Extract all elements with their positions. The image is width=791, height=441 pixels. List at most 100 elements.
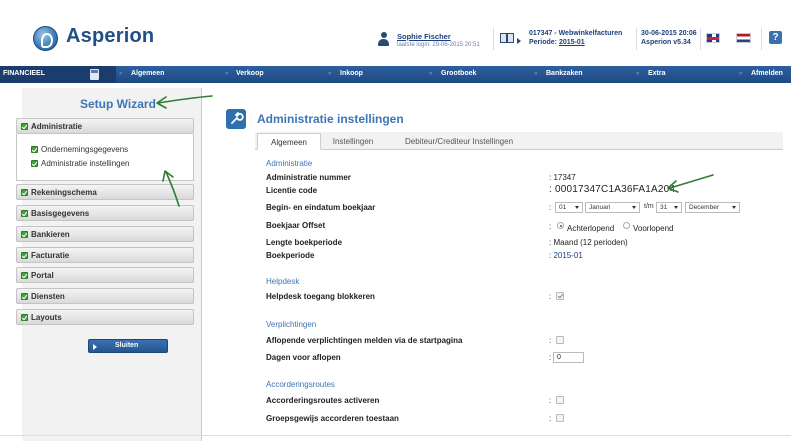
tab-debiteur-crediteur[interactable]: Debiteur/Crediteur Instellingen	[388, 133, 530, 150]
wizard-section-portal[interactable]: Portal	[16, 267, 194, 283]
checkmark-icon	[21, 252, 28, 259]
accord-activate-label: Accorderingsroutes activeren	[266, 396, 380, 405]
colon-text: :	[549, 414, 552, 423]
verplichtingen-days-input[interactable]: 0	[553, 352, 584, 363]
checkmark-icon	[21, 314, 28, 321]
select-value: Januari	[589, 204, 611, 211]
admin-number-label: Administratie nummer	[266, 173, 351, 182]
nav-item-inkoop[interactable]: Inkoop	[340, 70, 363, 77]
year-end-month-select[interactable]: December	[685, 202, 740, 213]
wizard-item-ondernemingsgegevens[interactable]: Ondernemingsgegevens	[41, 145, 128, 154]
section-title-administratie: Administratie	[266, 159, 313, 168]
user-name-link[interactable]: Sophie Fischer	[397, 32, 451, 41]
checkmark-icon	[21, 123, 28, 130]
wizard-section-facturatie[interactable]: Facturatie	[16, 247, 194, 263]
arrow-to-license-icon	[669, 174, 714, 189]
colon-text: :	[549, 353, 552, 362]
offset-achterlopend-label: Achterlopend	[567, 224, 615, 233]
nav-item-extra[interactable]: Extra	[648, 70, 666, 77]
verplichtingen-days-label: Dagen voor aflopen	[266, 353, 341, 362]
nav-item-grootboek[interactable]: Grootboek	[441, 70, 476, 77]
accord-group-label: Groepsgewijs accorderen toestaan	[266, 414, 399, 423]
main-navbar: FINANCIEEL » Algemeen » Verkoop » Inkoop…	[0, 66, 791, 83]
wizard-section-layouts[interactable]: Layouts	[16, 309, 194, 325]
chevron-down-icon	[575, 206, 579, 209]
close-wizard-button[interactable]: Sluiten	[88, 339, 168, 353]
period-length-value: : Maand (12 perioden)	[549, 238, 628, 247]
tab-instellingen[interactable]: Instellingen	[322, 133, 384, 150]
wizard-section-label: Administratie	[31, 122, 83, 131]
colon-text: :	[549, 292, 552, 301]
wizard-section-label: Facturatie	[31, 251, 70, 260]
administration-period[interactable]: Periode: 2015-01	[529, 39, 585, 46]
accord-group-checkbox[interactable]	[556, 414, 564, 422]
flag-uk-icon[interactable]	[706, 33, 720, 43]
nav-item-verkoop[interactable]: Verkoop	[236, 70, 264, 77]
header: Asperion Sophie Fischer laatste login: 2…	[0, 0, 791, 66]
accord-activate-checkbox[interactable]	[556, 396, 564, 404]
administration-icon[interactable]	[500, 30, 521, 46]
checkmark-icon	[21, 231, 28, 238]
license-value: : 00017347C1A36FA1A204	[549, 184, 676, 195]
checkmark-icon	[21, 210, 28, 217]
header-separator	[493, 28, 494, 50]
section-title-helpdesk: Helpdesk	[266, 277, 300, 286]
last-login-text: laatste login: 29-06-2015 20:51	[397, 42, 480, 48]
administration-name[interactable]: 017347 - Webwinkelfacturen	[529, 30, 622, 37]
wizard-section-diensten[interactable]: Diensten	[16, 288, 194, 304]
offset-achterlopend-radio[interactable]	[557, 222, 564, 229]
help-icon[interactable]: ?	[769, 31, 782, 44]
wizard-item-administratie-instellingen[interactable]: Administratie instellingen	[41, 159, 130, 168]
year-end-day-select[interactable]: 31	[656, 202, 682, 213]
fiscal-year-label: Begin- en eindatum boekjaar	[266, 203, 376, 212]
offset-voorlopend-radio[interactable]	[623, 222, 630, 229]
nav-item-bankzaken[interactable]: Bankzaken	[546, 70, 583, 77]
app-version: Asperion v5.34	[641, 39, 691, 46]
wizard-section-label: Bankieren	[31, 230, 70, 239]
wizard-section-label: Basisgegevens	[31, 209, 90, 218]
wizard-section-administratie-items: Ondernemingsgegevens Administratie inste…	[16, 134, 194, 181]
year-start-day-select[interactable]: 01	[555, 202, 583, 213]
asperion-logo-icon[interactable]	[33, 26, 58, 51]
wizard-section-bankieren[interactable]: Bankieren	[16, 226, 194, 242]
checkmark-icon	[31, 146, 38, 153]
offset-voorlopend-label: Voorlopend	[633, 224, 674, 233]
nav-bullet-icon: »	[119, 71, 123, 77]
helpdesk-block-checkbox[interactable]	[556, 292, 564, 300]
settings-wrench-icon	[226, 109, 246, 129]
nav-item-algemeen[interactable]: Algemeen	[131, 70, 164, 77]
header-separator	[636, 28, 637, 50]
header-separator	[761, 28, 762, 50]
year-start-month-select[interactable]: Januari	[585, 202, 640, 213]
checkmark-icon	[21, 293, 28, 300]
colon-text: :	[549, 222, 552, 231]
wizard-section-administratie[interactable]: Administratie	[16, 118, 194, 134]
section-title-accorderingsroutes: Accorderingsroutes	[266, 380, 335, 389]
verplichtingen-startpage-checkbox[interactable]	[556, 336, 564, 344]
period-link[interactable]: 2015-01	[559, 39, 585, 46]
nav-section-financieel[interactable]: FINANCIEEL	[0, 66, 116, 83]
colon-text: :	[549, 336, 552, 345]
play-arrow-icon	[93, 344, 97, 350]
checkmark-icon	[21, 189, 28, 196]
colon-text: :	[549, 203, 552, 212]
nav-item-afmelden[interactable]: Afmelden	[751, 70, 783, 77]
license-label: Licentie code	[266, 186, 318, 195]
booking-period-label: Boekperiode	[266, 251, 315, 260]
current-datetime: 30-06-2015 20:06	[641, 30, 697, 37]
booking-period-value: : 2015-01	[549, 251, 583, 260]
nav-bullet-icon: »	[739, 71, 743, 77]
nav-bullet-icon: »	[534, 71, 538, 77]
wizard-section-rekeningschema[interactable]: Rekeningschema	[16, 184, 194, 200]
tab-algemeen[interactable]: Algemeen	[257, 133, 321, 150]
year-offset-label: Boekjaar Offset	[266, 221, 326, 230]
wizard-section-basisgegevens[interactable]: Basisgegevens	[16, 205, 194, 221]
period-length-label: Lengte boekperiode	[266, 238, 343, 247]
section-title-verplichtingen: Verplichtingen	[266, 320, 317, 329]
flag-nl-icon[interactable]	[736, 33, 751, 43]
period-label: Periode:	[529, 39, 558, 46]
app-logo-text[interactable]: Asperion	[66, 25, 154, 48]
wizard-section-label: Layouts	[31, 313, 62, 322]
close-wizard-label: Sluiten	[115, 342, 139, 349]
chevron-down-icon	[732, 206, 736, 209]
